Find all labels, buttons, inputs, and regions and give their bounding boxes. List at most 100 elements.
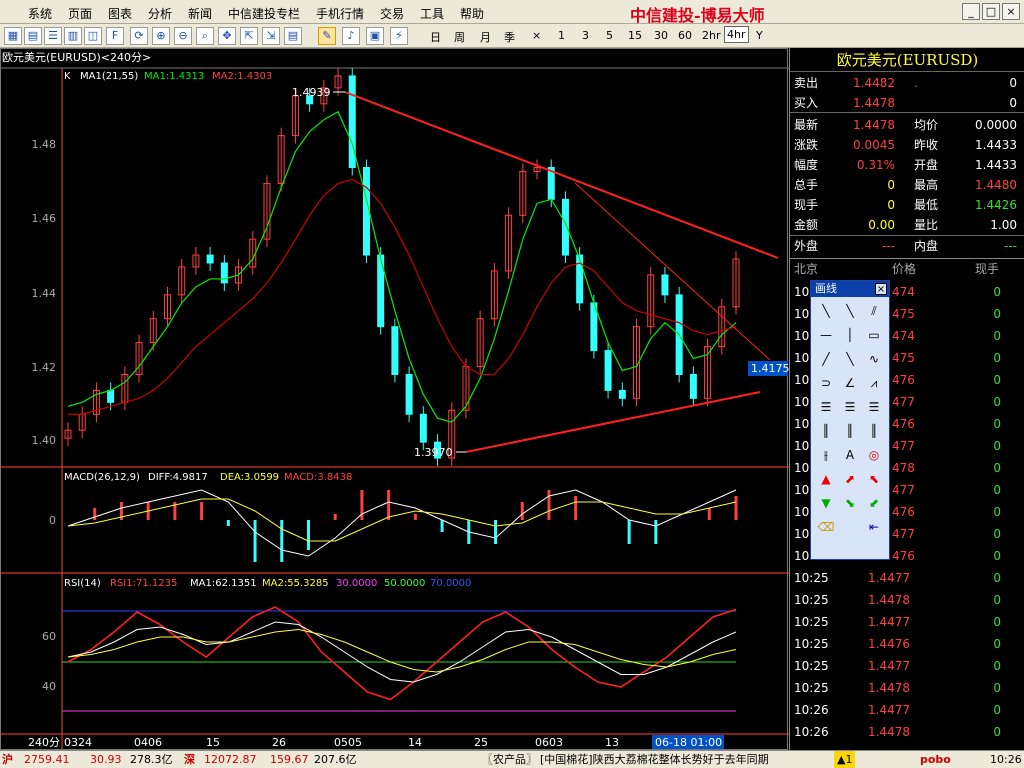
calc-icon[interactable]: ▤ <box>284 27 302 45</box>
high-label: 1.4939 <box>292 86 331 99</box>
menu-news[interactable]: 新闻 <box>188 5 212 22</box>
macd-diff-line <box>67 489 737 557</box>
line-tool-icon[interactable]: ╲ <box>815 301 837 321</box>
pan-icon[interactable]: ✥ <box>218 27 236 45</box>
cycle-tool-icon[interactable]: ║ <box>863 421 885 441</box>
up-right-arrow-icon[interactable]: ⬈ <box>839 469 861 489</box>
drawing-tools-close-button[interactable]: × <box>875 283 887 295</box>
period-month[interactable]: 月 <box>480 29 491 45</box>
gann-tool-icon[interactable]: ☰ <box>863 397 885 417</box>
drawing-tools-panel[interactable]: 画线 × ╲ ╲ ⫽ — │ ▭ ╱ ╲ ∿ ⊃ ∠ ⩘ ☰ ☰ ☰ ║ ║ ║… <box>810 280 890 560</box>
tick-price-5: 1.40 <box>32 434 57 447</box>
draw-tool-icon[interactable]: ✎ <box>318 27 336 45</box>
wave-tool-icon[interactable]: ∿ <box>863 349 885 369</box>
grid2-icon[interactable]: ▤ <box>24 27 42 45</box>
close-button[interactable]: × <box>1002 3 1020 20</box>
sz-index-value: 12072.87 <box>204 753 257 766</box>
menu-tools[interactable]: 工具 <box>420 5 444 22</box>
delete-all-icon[interactable]: ⇤ <box>863 517 885 537</box>
period-2hr[interactable]: 2hr <box>702 29 721 42</box>
tick-price-1: 1.48 <box>32 138 57 151</box>
alert-badge[interactable]: ▲1 <box>834 751 856 768</box>
down-arrow-icon[interactable]: ▼ <box>815 493 837 513</box>
clock: 10:26 <box>990 753 1022 766</box>
menu-system[interactable]: 系统 <box>28 5 52 22</box>
channel-tool-icon[interactable]: ⫲ <box>815 445 837 465</box>
menu-page[interactable]: 页面 <box>68 5 92 22</box>
up-arrow-icon[interactable]: ▲ <box>815 469 837 489</box>
x-label-13: 13 <box>605 736 619 749</box>
current-price-label: 1.4175 <box>751 362 789 375</box>
ray-tool-icon[interactable]: ╲ <box>839 301 861 321</box>
menu-help[interactable]: 帮助 <box>460 5 484 22</box>
tick-price-4: 1.42 <box>32 361 57 374</box>
rsi1-line <box>67 606 737 701</box>
lower-trendline <box>465 391 761 453</box>
zoom-in-icon[interactable]: ⊕ <box>152 27 170 45</box>
menu-mobile[interactable]: 手机行情 <box>316 5 364 22</box>
lightning-icon[interactable]: ⚡ <box>390 27 408 45</box>
zoom-out-icon[interactable]: ⊖ <box>174 27 192 45</box>
sh-index-amount: 278.3亿 <box>130 753 173 766</box>
alarm-bell-icon[interactable]: ♪ <box>342 27 360 45</box>
target-tool-icon[interactable]: ◎ <box>863 445 885 465</box>
hline-tool-icon[interactable]: — <box>815 325 837 345</box>
period-60min[interactable]: 60 <box>678 29 692 42</box>
percent-tool-icon[interactable]: ☰ <box>839 397 861 417</box>
arc-tool-icon[interactable]: ⊃ <box>815 373 837 393</box>
fib-period-tool-icon[interactable]: ║ <box>839 421 861 441</box>
period-close[interactable]: × <box>532 29 541 42</box>
down-left-arrow-icon[interactable]: ⬋ <box>863 493 885 513</box>
period-1min[interactable]: 1 <box>558 29 565 42</box>
menu-chart[interactable]: 图表 <box>108 5 132 22</box>
news-ticker[interactable]: [中国棉花]陕西大荔棉花整体长势好于去年同期 <box>540 751 769 768</box>
arrow-line-tool-icon[interactable]: ╲ <box>839 349 861 369</box>
fund-icon[interactable]: F <box>106 27 124 45</box>
candle-body <box>107 389 115 403</box>
maximize-button[interactable]: □ <box>982 3 1000 20</box>
grid-icon[interactable]: ▦ <box>4 27 22 45</box>
chart-canvas[interactable]: K MA1(21,55) MA1:1.4313 MA2:1.4303 1.48 … <box>0 48 789 750</box>
import-icon[interactable]: ⇲ <box>262 27 280 45</box>
rect-tool-icon[interactable]: ▭ <box>863 325 885 345</box>
period-4hr[interactable]: 4hr <box>724 26 749 43</box>
text-tool-icon[interactable]: A <box>839 445 861 465</box>
period-lines-tool-icon[interactable]: ║ <box>815 421 837 441</box>
tick-row: 10:25 1.4478 0 <box>794 593 1001 607</box>
period-3min[interactable]: 3 <box>582 29 589 42</box>
x-label-14: 14 <box>408 736 422 749</box>
period-5min[interactable]: 5 <box>606 29 613 42</box>
table-icon[interactable]: ▥ <box>64 27 82 45</box>
menu-trade[interactable]: 交易 <box>380 5 404 22</box>
cursor-date: 06-18 01:00 <box>655 736 722 749</box>
fib-tool-icon[interactable]: ☰ <box>815 397 837 417</box>
segment-tool-icon[interactable]: ╱ <box>815 349 837 369</box>
period-day[interactable]: 日 <box>430 29 441 45</box>
period-30min[interactable]: 30 <box>654 29 668 42</box>
refresh-icon[interactable]: ⟳ <box>130 27 148 45</box>
menu-analysis[interactable]: 分析 <box>148 5 172 22</box>
list-icon[interactable]: ☰ <box>44 27 62 45</box>
up-left-arrow-icon[interactable]: ⬉ <box>863 469 885 489</box>
legend-ma2: MA2:1.4303 <box>212 71 272 82</box>
quote-row-change: 涨跌 0.0045 昨收 1.4433 <box>794 138 1017 152</box>
minimize-button[interactable]: _ <box>962 3 980 20</box>
period-15min[interactable]: 15 <box>628 29 642 42</box>
chart-icon[interactable]: ◫ <box>84 27 102 45</box>
down-right-arrow-icon[interactable]: ⬊ <box>839 493 861 513</box>
menu-column[interactable]: 中信建投专栏 <box>228 5 300 22</box>
macd-legend-name: MACD(26,12,9) <box>64 472 140 483</box>
period-season[interactable]: 季 <box>504 29 515 45</box>
window-icon[interactable]: ▣ <box>366 27 384 45</box>
parallel-tool-icon[interactable]: ⫽ <box>863 301 885 321</box>
angle-tool-icon[interactable]: ∠ <box>839 373 861 393</box>
eraser-icon[interactable]: ⌫ <box>815 517 837 537</box>
period-week[interactable]: 周 <box>454 29 465 45</box>
macd-tick-zero: 0 <box>49 514 56 527</box>
search-icon[interactable]: ⌕ <box>196 27 214 45</box>
fan-tool-icon[interactable]: ⩘ <box>863 373 885 393</box>
vline-tool-icon[interactable]: │ <box>839 325 861 345</box>
period-year[interactable]: Y <box>756 29 763 42</box>
news-tag[interactable]: 〖农产品〗 <box>482 751 537 768</box>
export-icon[interactable]: ⇱ <box>240 27 258 45</box>
